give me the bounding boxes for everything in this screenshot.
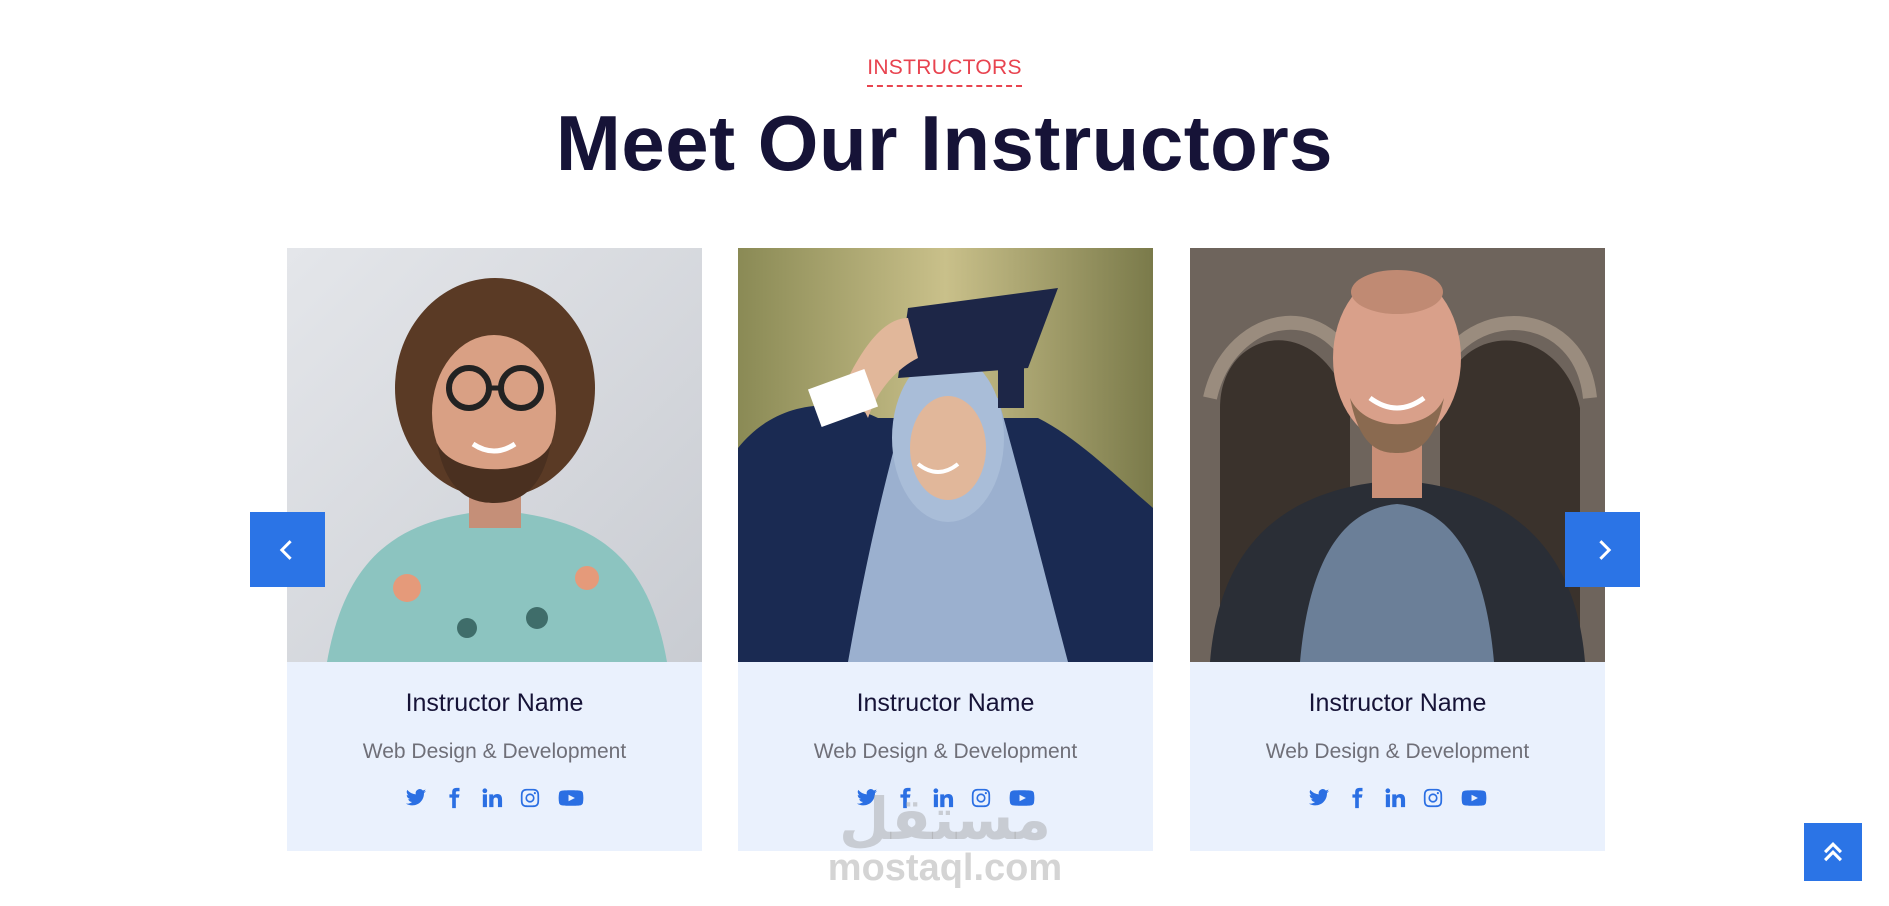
instructor-role: Web Design & Development [813, 740, 1078, 763]
instructor-photo [738, 248, 1153, 662]
linkedin-icon[interactable] [480, 786, 504, 810]
double-chevron-up-icon [1824, 842, 1842, 862]
section-title: Meet Our Instructors [555, 99, 1334, 187]
youtube-icon[interactable] [556, 786, 586, 810]
instructor-card: Instructor Name Web Design & Development [1190, 248, 1605, 851]
facebook-icon[interactable] [442, 786, 466, 810]
social-links [738, 786, 1153, 810]
instructor-card: Instructor Name Web Design & Development [287, 248, 702, 851]
linkedin-icon[interactable] [1383, 786, 1407, 810]
instructor-photo [287, 248, 702, 662]
instructor-role: Web Design & Development [362, 740, 627, 763]
social-links [1190, 786, 1605, 810]
facebook-icon[interactable] [893, 786, 917, 810]
twitter-icon[interactable] [855, 786, 879, 810]
watermark-latin: mostaql.com [827, 847, 1063, 889]
section-eyebrow: INSTRUCTORS [0, 56, 1889, 87]
linkedin-icon[interactable] [931, 786, 955, 810]
carousel-prev-button[interactable] [250, 512, 325, 587]
carousel-next-button[interactable] [1565, 512, 1640, 587]
facebook-icon[interactable] [1345, 786, 1369, 810]
chevron-right-icon [1598, 539, 1611, 560]
instagram-icon[interactable] [1421, 786, 1445, 810]
instructor-name: Instructor Name [856, 689, 1035, 717]
instructor-name: Instructor Name [1308, 689, 1487, 717]
eyebrow-label: INSTRUCTORS [867, 56, 1022, 87]
scroll-to-top-button[interactable] [1804, 823, 1862, 881]
instructor-name: Instructor Name [405, 689, 584, 717]
instructor-photo [1190, 248, 1605, 662]
twitter-icon[interactable] [1307, 786, 1331, 810]
instructor-role: Web Design & Development [1265, 740, 1530, 763]
instagram-icon[interactable] [969, 786, 993, 810]
chevron-left-icon [279, 539, 292, 560]
instagram-icon[interactable] [518, 786, 542, 810]
youtube-icon[interactable] [1459, 786, 1489, 810]
youtube-icon[interactable] [1007, 786, 1037, 810]
instructor-card: Instructor Name Web Design & Development [738, 248, 1153, 851]
twitter-icon[interactable] [404, 786, 428, 810]
social-links [287, 786, 702, 810]
